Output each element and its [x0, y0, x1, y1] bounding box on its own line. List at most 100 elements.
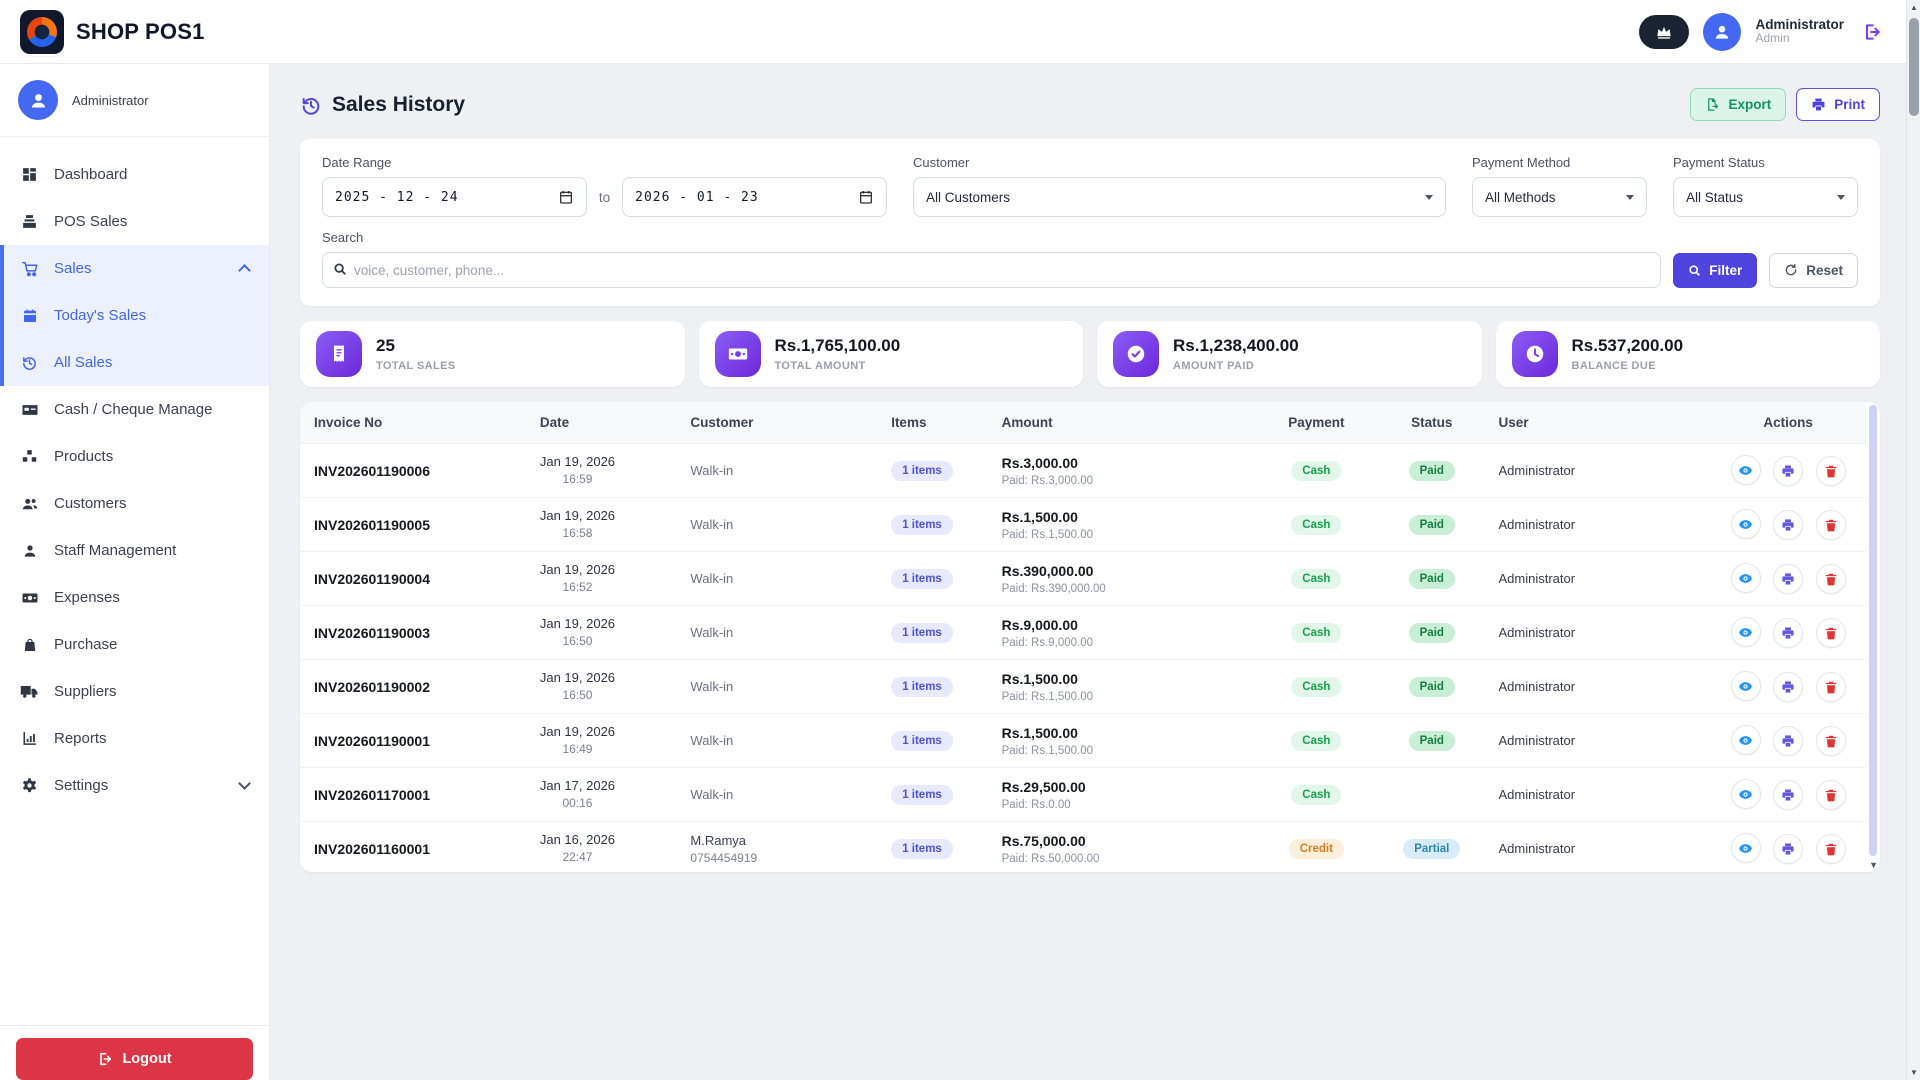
logo-emblem-icon — [27, 17, 57, 47]
table-scrollbar[interactable] — [1869, 405, 1877, 856]
print-row-button[interactable] — [1773, 456, 1803, 486]
sidebar-item-purchase[interactable]: Purchase — [0, 621, 269, 668]
view-button[interactable] — [1731, 725, 1761, 755]
date-cell: Jan 16, 2026 22:47 — [540, 832, 615, 864]
date-to-input[interactable]: 2026 - 01 - 23 — [622, 177, 887, 217]
export-label: Export — [1728, 97, 1771, 112]
delete-button[interactable] — [1816, 510, 1846, 540]
reset-button[interactable]: Reset — [1769, 253, 1858, 288]
table-row[interactable]: INV202601160001 Jan 16, 2026 22:47 M.Ram… — [300, 822, 1866, 873]
eye-icon — [1738, 841, 1753, 856]
table-row[interactable]: INV202601190001 Jan 19, 2026 16:49 Walk-… — [300, 714, 1866, 768]
customer-select[interactable]: All Customers — [913, 177, 1446, 217]
trash-icon — [1824, 626, 1838, 640]
status-badge: Partial — [1403, 839, 1460, 859]
export-button[interactable]: Export — [1690, 88, 1786, 121]
view-button[interactable] — [1731, 779, 1761, 809]
sidebar-item-products[interactable]: Products — [0, 433, 269, 480]
sidebar-item-reports[interactable]: Reports — [0, 715, 269, 762]
view-button[interactable] — [1731, 833, 1761, 863]
view-button[interactable] — [1731, 617, 1761, 647]
delete-button[interactable] — [1816, 780, 1846, 810]
paid-value: Paid: Rs.50,000.00 — [1002, 853, 1240, 865]
sidebar-item-label: Customers — [54, 495, 127, 512]
sidebar-item-todays-sales[interactable]: Today's Sales — [4, 292, 269, 339]
date-value: Jan 17, 2026 — [540, 778, 615, 793]
sidebar-item-all-sales[interactable]: All Sales — [4, 339, 269, 386]
col-invoice-no: Invoice No — [300, 402, 526, 444]
scroll-up-arrow-icon[interactable]: ▲ — [1907, 3, 1920, 12]
table-row[interactable]: INV202601190006 Jan 19, 2026 16:59 Walk-… — [300, 444, 1866, 498]
table-row[interactable]: INV202601190005 Jan 19, 2026 16:58 Walk-… — [300, 498, 1866, 552]
items-badge: 1 items — [891, 515, 953, 535]
table-row[interactable]: INV202601170001 Jan 17, 2026 00:16 Walk-… — [300, 768, 1866, 822]
delete-button[interactable] — [1816, 564, 1846, 594]
to-label: to — [599, 190, 610, 205]
print-row-button[interactable] — [1773, 510, 1803, 540]
eye-icon — [1738, 463, 1753, 478]
delete-button[interactable] — [1816, 672, 1846, 702]
sidebar-item-sales[interactable]: Sales — [4, 245, 269, 292]
crown-button[interactable] — [1639, 15, 1689, 49]
sidebar-item-customers[interactable]: Customers — [0, 480, 269, 527]
sidebar-item-dashboard[interactable]: Dashboard — [0, 151, 269, 198]
signout-button[interactable] — [1862, 22, 1882, 42]
sidebar-item-expenses[interactable]: Expenses — [0, 574, 269, 621]
table-row[interactable]: INV202601190002 Jan 19, 2026 16:50 Walk-… — [300, 660, 1866, 714]
payment-badge: Cash — [1291, 677, 1341, 697]
sidebar-item-settings[interactable]: Settings — [0, 762, 269, 809]
print-button[interactable]: Print — [1796, 88, 1880, 121]
page-scrollbar-thumb[interactable] — [1909, 18, 1919, 116]
print-row-button[interactable] — [1773, 834, 1803, 864]
view-button[interactable] — [1731, 563, 1761, 593]
user-value: Administrator — [1498, 463, 1575, 478]
sidebar-item-staff[interactable]: Staff Management — [0, 527, 269, 574]
sidebar-item-label: Today's Sales — [54, 307, 146, 324]
search-input[interactable] — [322, 252, 1661, 288]
print-row-button[interactable] — [1773, 780, 1803, 810]
payment-method-select[interactable]: All Methods — [1472, 177, 1647, 217]
delete-button[interactable] — [1816, 618, 1846, 648]
col-actions: Actions — [1710, 402, 1866, 444]
stat-card-balance-due: Rs.537,200.00 BALANCE DUE — [1496, 321, 1881, 387]
date-value: Jan 19, 2026 — [540, 454, 615, 469]
print-row-button[interactable] — [1773, 726, 1803, 756]
scroll-down-arrow-icon[interactable]: ▼ — [1907, 1068, 1920, 1077]
date-from-input[interactable]: 2025 - 12 - 24 — [322, 177, 587, 217]
view-button[interactable] — [1731, 671, 1761, 701]
sidebar-item-pos-sales[interactable]: POS Sales — [0, 198, 269, 245]
date-to-value: 2026 - 01 - 23 — [635, 190, 759, 205]
sidebar-item-cash-cheque[interactable]: Cash / Cheque Manage — [0, 386, 269, 433]
user-icon — [20, 543, 39, 559]
print-row-button[interactable] — [1773, 672, 1803, 702]
logout-button[interactable]: Logout — [16, 1038, 253, 1080]
sidebar-item-suppliers[interactable]: Suppliers — [0, 668, 269, 715]
delete-button[interactable] — [1816, 726, 1846, 756]
sidebar-item-label: Sales — [54, 260, 92, 277]
chart-icon — [20, 730, 39, 747]
calendar-icon — [558, 189, 574, 205]
view-button[interactable] — [1731, 455, 1761, 485]
payment-badge: Cash — [1291, 785, 1341, 805]
view-button[interactable] — [1731, 509, 1761, 539]
payment-status-select[interactable]: All Status — [1673, 177, 1858, 217]
printer-icon — [1781, 788, 1795, 802]
filter-button[interactable]: Filter — [1673, 253, 1757, 288]
trash-icon — [1824, 572, 1838, 586]
table-scrollbar-thumb[interactable] — [1869, 405, 1877, 856]
table-row[interactable]: INV202601190003 Jan 19, 2026 16:50 Walk-… — [300, 606, 1866, 660]
items-badge: 1 items — [891, 569, 953, 589]
page-scrollbar[interactable]: ▲ ▼ — [1906, 0, 1920, 1080]
print-row-button[interactable] — [1773, 564, 1803, 594]
table-row[interactable]: INV202601190004 Jan 19, 2026 16:52 Walk-… — [300, 552, 1866, 606]
user-name: Administrator — [1755, 17, 1844, 33]
check-circle-icon — [1113, 331, 1159, 377]
person-icon — [1712, 22, 1732, 42]
search-label: Search — [322, 230, 1858, 245]
delete-button[interactable] — [1816, 834, 1846, 864]
user-avatar[interactable] — [1703, 13, 1741, 51]
print-row-button[interactable] — [1773, 618, 1803, 648]
search-icon — [1688, 264, 1701, 277]
delete-button[interactable] — [1816, 456, 1846, 486]
scroll-down-arrow-icon[interactable]: ▼ — [1869, 860, 1878, 870]
